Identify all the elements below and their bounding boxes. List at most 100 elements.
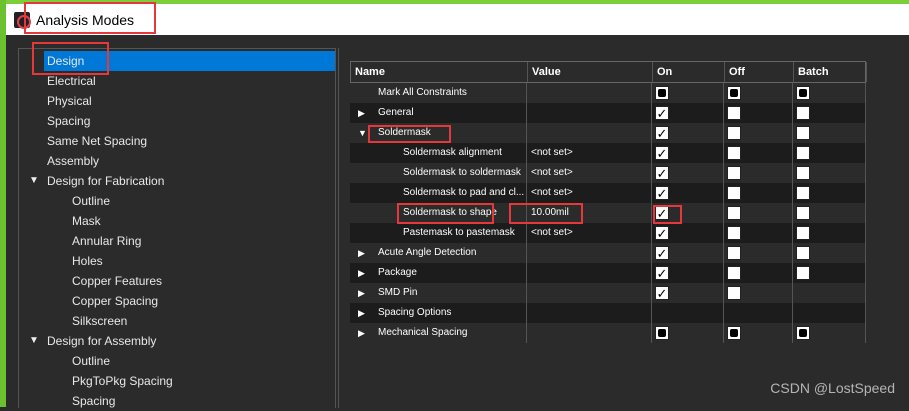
batch-checkbox[interactable] (796, 166, 810, 180)
off-checkbox[interactable] (727, 86, 741, 100)
on-checkbox[interactable]: ✓ (655, 186, 669, 200)
row-name: Spacing Options (378, 307, 452, 318)
collapsed-arrow-icon[interactable]: ▶ (358, 243, 365, 263)
tree-item-label: Design for Assembly (47, 334, 157, 348)
tree-item[interactable]: Outline (19, 191, 335, 211)
off-checkbox[interactable] (727, 146, 741, 160)
collapsed-arrow-icon[interactable]: ▶ (358, 323, 365, 343)
tree-item[interactable]: Same Net Spacing (19, 131, 335, 151)
tree-item[interactable]: PkgToPkg Spacing (19, 371, 335, 391)
batch-checkbox[interactable] (796, 146, 810, 160)
collapsed-arrow-icon[interactable]: ▶ (358, 283, 365, 303)
column-header[interactable]: Off (725, 62, 794, 82)
column-header[interactable]: Batch (794, 62, 867, 82)
table-row[interactable]: Soldermask to pad and cl... <not set> ✓ (350, 183, 866, 203)
table-row[interactable]: ▶ Spacing Options (350, 303, 866, 323)
tree-item[interactable]: Assembly (19, 151, 335, 171)
value-cell[interactable] (527, 263, 652, 283)
tree-item[interactable]: Silkscreen (19, 311, 335, 331)
tree-item[interactable]: Holes (19, 251, 335, 271)
batch-checkbox[interactable] (796, 226, 810, 240)
on-checkbox[interactable]: ✓ (655, 106, 669, 120)
off-checkbox[interactable] (727, 206, 741, 220)
value-cell[interactable] (527, 103, 652, 123)
table-row[interactable]: Pastemask to pastemask <not set> ✓ (350, 223, 866, 243)
batch-checkbox[interactable] (796, 126, 810, 140)
on-checkbox[interactable]: ✓ (655, 166, 669, 180)
table-row[interactable]: Mark All Constraints (350, 83, 866, 103)
batch-checkbox[interactable] (796, 86, 810, 100)
table-row[interactable]: Soldermask to soldermask <not set> ✓ (350, 163, 866, 183)
expand-arrow-icon[interactable]: ▼ (29, 171, 39, 191)
on-checkbox[interactable]: ✓ (655, 286, 669, 300)
value-cell[interactable] (527, 243, 652, 263)
value-cell[interactable] (527, 83, 652, 103)
column-header[interactable]: On (653, 62, 725, 82)
tree-item[interactable]: Copper Spacing (19, 291, 335, 311)
value-cell[interactable] (527, 323, 652, 343)
tree-item[interactable]: ▼ Design for Fabrication (19, 171, 335, 191)
table-row[interactable]: ▶ SMD Pin ✓ (350, 283, 866, 303)
on-checkbox[interactable] (655, 86, 669, 100)
table-row[interactable]: Soldermask to shape 10.00mil ✓ (350, 203, 866, 223)
on-checkbox[interactable] (655, 326, 669, 340)
table-row[interactable]: ▶ Mechanical Spacing (350, 323, 866, 343)
table-row[interactable]: ▼ Soldermask ✓ (350, 123, 866, 143)
tree-item-label: Same Net Spacing (47, 134, 148, 148)
batch-checkbox[interactable] (796, 106, 810, 120)
batch-checkbox[interactable] (796, 186, 810, 200)
on-checkbox[interactable]: ✓ (655, 146, 669, 160)
off-checkbox[interactable] (727, 286, 741, 300)
tree-item[interactable]: Design (19, 51, 335, 71)
collapsed-arrow-icon[interactable]: ▶ (358, 103, 365, 123)
off-checkbox[interactable] (727, 126, 741, 140)
tree-item[interactable]: Mask (19, 211, 335, 231)
off-checkbox[interactable] (727, 246, 741, 260)
off-cell (724, 183, 793, 203)
tree-item[interactable]: Outline (19, 351, 335, 371)
batch-checkbox[interactable] (796, 246, 810, 260)
column-header[interactable]: Name (351, 62, 528, 82)
off-checkbox[interactable] (727, 226, 741, 240)
tree-item-label: Outline (72, 354, 111, 368)
value-cell[interactable] (527, 283, 652, 303)
on-checkbox[interactable]: ✓ (655, 226, 669, 240)
expanded-arrow-icon[interactable]: ▼ (358, 123, 367, 143)
value-cell[interactable] (527, 123, 652, 143)
table-row[interactable]: Soldermask alignment <not set> ✓ (350, 143, 866, 163)
off-checkbox[interactable] (727, 166, 741, 180)
table-row[interactable]: ▶ Acute Angle Detection ✓ (350, 243, 866, 263)
batch-checkbox[interactable] (796, 266, 810, 280)
value-cell[interactable]: <not set> (527, 223, 652, 243)
off-checkbox[interactable] (727, 186, 741, 200)
name-cell: ▼ Soldermask (350, 123, 527, 143)
tree-item[interactable]: Spacing (19, 111, 335, 131)
column-header[interactable]: Value (528, 62, 653, 82)
analysis-category-tree[interactable]: Design Electrical Physical Spacing Same Net … (18, 48, 336, 408)
table-row[interactable]: ▶ General ✓ (350, 103, 866, 123)
value-cell[interactable]: <not set> (527, 163, 652, 183)
tree-item[interactable]: Electrical (19, 71, 335, 91)
batch-checkbox[interactable] (796, 326, 810, 340)
value-cell[interactable]: <not set> (527, 183, 652, 203)
table-row[interactable]: ▶ Package ✓ (350, 263, 866, 283)
value-cell[interactable]: 10.00mil (527, 203, 652, 223)
expand-arrow-icon[interactable]: ▼ (29, 331, 39, 351)
off-checkbox[interactable] (727, 326, 741, 340)
tree-item[interactable]: Physical (19, 91, 335, 111)
tree-item[interactable]: Annular Ring (19, 231, 335, 251)
collapsed-arrow-icon[interactable]: ▶ (358, 263, 365, 283)
batch-checkbox[interactable] (796, 206, 810, 220)
off-checkbox[interactable] (727, 266, 741, 280)
on-checkbox[interactable]: ✓ (655, 206, 669, 220)
off-checkbox[interactable] (727, 106, 741, 120)
tree-item[interactable]: Copper Features (19, 271, 335, 291)
on-checkbox[interactable]: ✓ (655, 126, 669, 140)
value-cell[interactable]: <not set> (527, 143, 652, 163)
on-checkbox[interactable]: ✓ (655, 246, 669, 260)
tree-item[interactable]: ▼ Design for Assembly (19, 331, 335, 351)
on-checkbox[interactable]: ✓ (655, 266, 669, 280)
value-cell[interactable] (527, 303, 652, 323)
collapsed-arrow-icon[interactable]: ▶ (358, 303, 365, 323)
tree-item[interactable]: Spacing (19, 391, 335, 411)
